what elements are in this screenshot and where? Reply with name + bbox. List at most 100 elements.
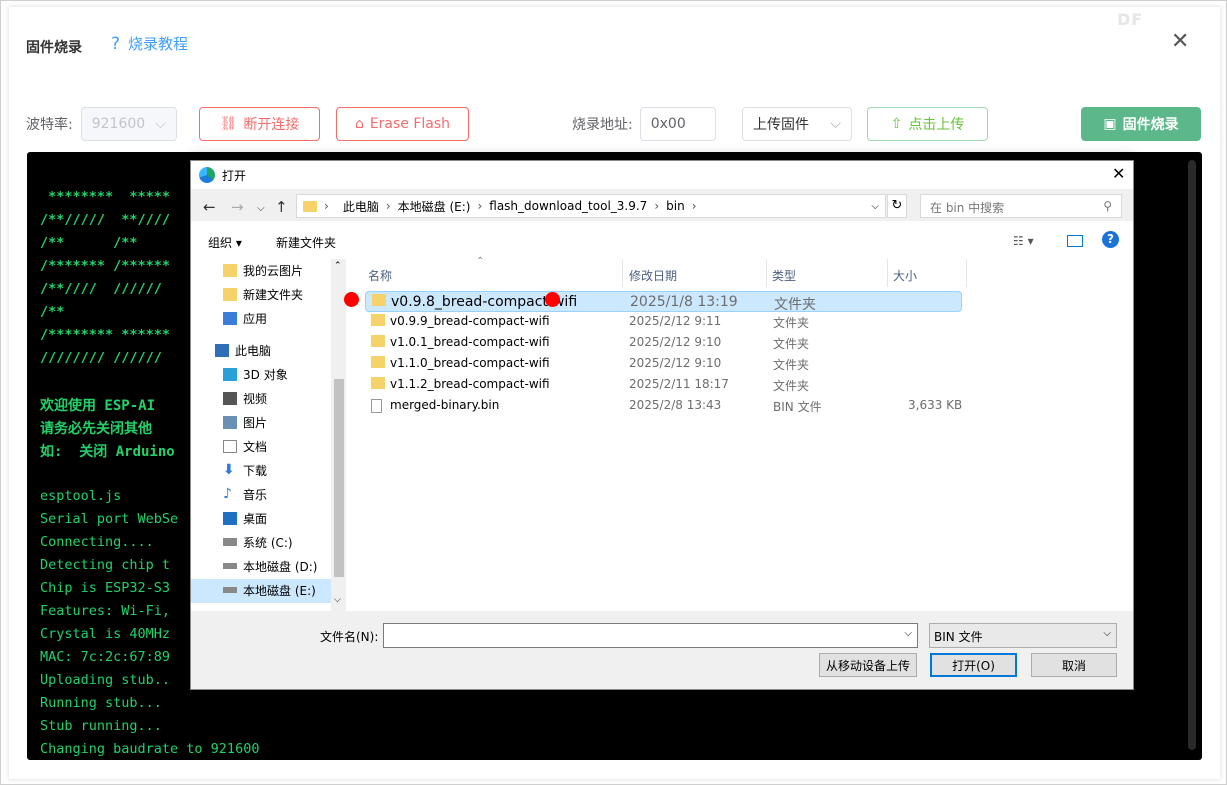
- column-divider[interactable]: [887, 259, 888, 287]
- console-line: Stub running...: [40, 718, 162, 734]
- scroll-up-icon[interactable]: ⌃: [334, 261, 342, 271]
- console-line: //////// //////: [40, 350, 162, 366]
- tree-label: 系统 (C:): [243, 535, 293, 550]
- baud-select[interactable]: 921600 ⌵: [80, 107, 177, 141]
- chevron-down-icon[interactable]: ⌵: [904, 628, 912, 639]
- tree-item[interactable]: 本地磁盘 (D:): [223, 555, 317, 577]
- address-input[interactable]: 0x00: [639, 107, 716, 141]
- file-row[interactable]: v1.0.1_bread-compact-wifi 2025/2/12 9:10…: [365, 333, 962, 354]
- console-line: 欢迎使用 ESP-AI: [40, 398, 164, 414]
- cancel-label: 取消: [1061, 658, 1086, 673]
- address-dropdown-icon[interactable]: ⌵: [871, 201, 879, 212]
- refresh-icon[interactable]: ↻: [887, 194, 907, 218]
- disconnect-button[interactable]: ⛓ 断开连接: [199, 107, 320, 141]
- file-row[interactable]: v1.1.0_bread-compact-wifi 2025/2/12 9:10…: [365, 354, 962, 375]
- sort-up-icon: ⌃: [476, 256, 485, 267]
- tree-item[interactable]: 新建文件夹: [223, 283, 303, 305]
- file-name: merged-binary.bin: [390, 398, 500, 412]
- tree-item[interactable]: 桌面: [223, 507, 267, 529]
- column-divider[interactable]: [622, 259, 623, 287]
- tree-item[interactable]: 我的云图片: [223, 259, 303, 281]
- column-date[interactable]: 修改日期: [629, 267, 677, 284]
- new-folder-button[interactable]: 新建文件夹: [276, 234, 336, 251]
- tree-item[interactable]: 系统 (C:): [223, 531, 293, 553]
- tree-label: 视频: [243, 391, 268, 406]
- chevron-down-icon: ⌵: [1103, 628, 1111, 639]
- edge-browser-icon: [199, 167, 215, 183]
- path-segment[interactable]: 此电脑: [336, 198, 386, 215]
- pictures-icon: [223, 415, 237, 429]
- organize-menu[interactable]: 组织 ▾: [208, 234, 242, 251]
- df-logo: DF: [1117, 10, 1143, 29]
- folder-icon: [371, 335, 385, 347]
- dialog-titlebar: 打开 ✕: [191, 161, 1133, 189]
- tree-item[interactable]: 应用: [223, 307, 267, 329]
- view-options-icon[interactable]: ☷ ▾: [1013, 234, 1034, 248]
- tree-item-selected[interactable]: 本地磁盘 (E:): [223, 579, 316, 601]
- file-row[interactable]: v0.9.8_bread-compact-wifi 2025/1/8 13:19…: [365, 291, 962, 313]
- flash-button[interactable]: ▣ 固件烧录: [1081, 107, 1201, 141]
- console-line: /**: [40, 304, 65, 320]
- file-row[interactable]: v1.1.2_bread-compact-wifi 2025/2/11 18:1…: [365, 375, 962, 396]
- dialog-navbar: ← → ⌵ ↑ › 此电脑 › 本地磁盘 (E:) › flash_downlo…: [191, 191, 1133, 221]
- tree-item[interactable]: 文档: [223, 435, 267, 457]
- tree-item[interactable]: 图片: [223, 411, 267, 433]
- close-icon[interactable]: ✕: [1171, 31, 1189, 53]
- path-segment[interactable]: flash_download_tool_3.9.7: [482, 199, 654, 213]
- eraser-icon: ⌂: [354, 116, 364, 132]
- scroll-down-icon[interactable]: ⌵: [334, 595, 341, 605]
- cancel-button[interactable]: 取消: [1031, 653, 1117, 677]
- up-arrow-icon[interactable]: ↑: [275, 198, 288, 216]
- open-label: 打开(O): [952, 658, 995, 673]
- tree-item[interactable]: 视频: [223, 387, 267, 409]
- desktop-icon: [223, 511, 237, 525]
- tree-scroll-thumb[interactable]: [334, 379, 344, 577]
- path-segment[interactable]: 本地磁盘 (E:): [391, 198, 478, 215]
- forward-arrow-icon[interactable]: →: [231, 198, 244, 216]
- filename-input[interactable]: ⌵: [383, 623, 918, 648]
- disconnect-label: 断开连接: [243, 117, 300, 133]
- file-type: BIN 文件: [773, 400, 822, 414]
- dialog-close-icon[interactable]: ✕: [1112, 164, 1125, 183]
- column-divider[interactable]: [966, 259, 967, 287]
- filetype-select[interactable]: BIN 文件 ⌵: [929, 623, 1117, 648]
- column-size[interactable]: 大小: [893, 267, 917, 284]
- recent-chevron-icon[interactable]: ⌵: [257, 203, 265, 214]
- console-line: Uploading stub..: [40, 672, 171, 688]
- file-row[interactable]: merged-binary.bin 2025/2/8 13:43 BIN 文件 …: [365, 396, 962, 417]
- path-separator-icon: ›: [691, 199, 697, 213]
- console-line: esptool.js: [40, 488, 122, 504]
- file-name: v0.9.9_bread-compact-wifi: [390, 314, 550, 328]
- file-row[interactable]: v0.9.9_bread-compact-wifi 2025/2/12 9:11…: [365, 312, 962, 333]
- erase-flash-button[interactable]: ⌂ Erase Flash: [336, 107, 469, 141]
- file-date: 2025/2/8 13:43: [629, 398, 722, 412]
- tutorial-link[interactable]: ? 烧录教程: [111, 33, 188, 54]
- console-scrollbar[interactable]: [1188, 160, 1196, 750]
- tree-item[interactable]: ⬇ 下载: [223, 459, 267, 481]
- mobile-upload-button[interactable]: 从移动设备上传: [819, 653, 917, 677]
- open-button[interactable]: 打开(O): [930, 653, 1017, 677]
- download-icon: ⬇: [223, 461, 235, 478]
- file-type: 文件夹: [773, 337, 810, 351]
- column-divider[interactable]: [766, 259, 767, 287]
- column-name[interactable]: 名称: [368, 267, 392, 284]
- upload-type-select[interactable]: 上传固件 ⌵: [742, 107, 852, 141]
- search-input[interactable]: 在 bin 中搜索 ⚲: [920, 194, 1122, 218]
- chip-icon: ▣: [1103, 116, 1117, 132]
- address-bar[interactable]: › 此电脑 › 本地磁盘 (E:) › flash_download_tool_…: [296, 194, 886, 218]
- folder-icon: [371, 377, 385, 389]
- console-line: 如: 关闭 Arduino: [40, 444, 175, 460]
- console-line: Serial port WebSe: [40, 511, 179, 527]
- upload-button[interactable]: ⇧ 点击上传: [867, 107, 988, 141]
- file-date: 2025/2/11 18:17: [629, 377, 729, 391]
- video-icon: [223, 391, 237, 405]
- column-type[interactable]: 类型: [772, 267, 796, 284]
- console-line: /**///// **////: [40, 212, 171, 228]
- tree-item[interactable]: 3D 对象: [223, 363, 288, 385]
- tree-item[interactable]: ♪ 音乐: [223, 483, 267, 505]
- path-segment[interactable]: bin: [659, 199, 692, 213]
- back-arrow-icon[interactable]: ←: [203, 198, 216, 216]
- tree-item[interactable]: 此电脑: [215, 339, 271, 361]
- preview-pane-icon[interactable]: [1067, 235, 1083, 247]
- help-icon[interactable]: ?: [1102, 231, 1119, 248]
